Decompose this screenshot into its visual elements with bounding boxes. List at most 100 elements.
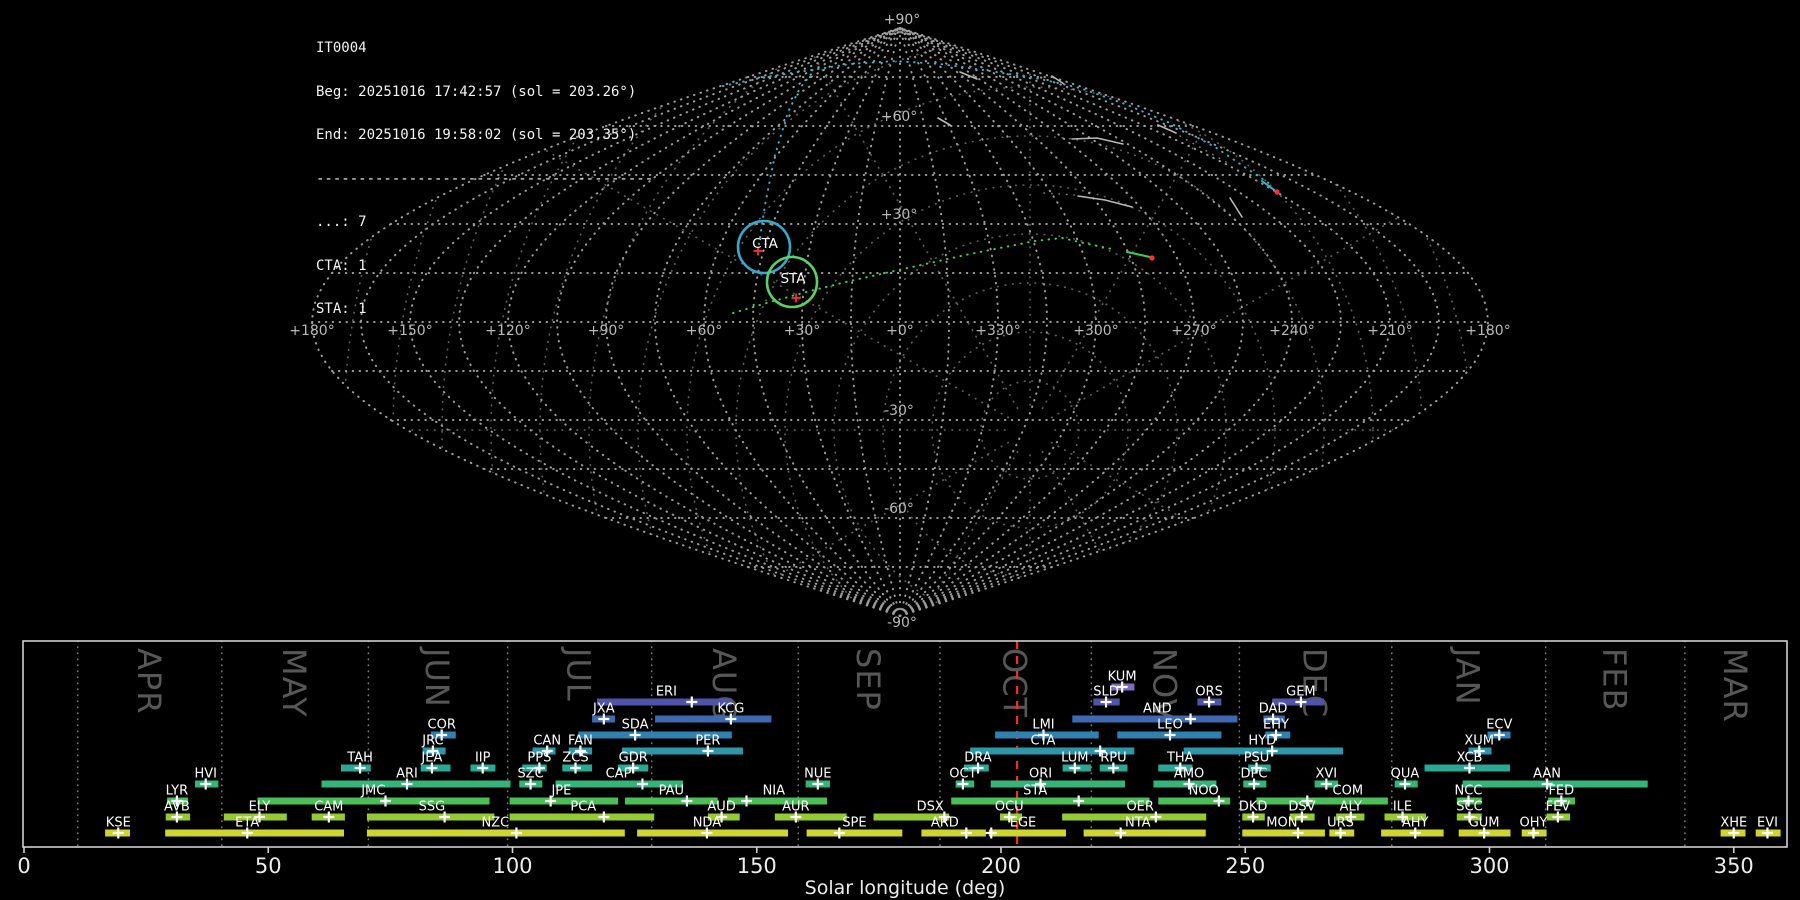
map-lat-label: -60° [884,501,914,517]
shower-label-AVB: AVB [164,800,190,815]
shower-label-ARI: ARI [396,767,418,782]
shower-label-JPE: JPE [550,784,571,799]
shower-label-TAH: TAH [346,751,373,766]
shower-label-PER: PER [695,734,720,749]
sporadic-trail-extension-2 [1179,135,1229,164]
map-lat-label: -30° [884,403,914,419]
shower-label-XCB: XCB [1457,751,1483,766]
shower-label-NTA: NTA [1125,816,1151,831]
shower-label-EGE: EGE [1010,816,1037,831]
shower-label-LYR: LYR [166,784,189,799]
x-tick-label-100: 100 [492,854,532,878]
shower-label-ORI: ORI [1029,767,1052,782]
shower-peak-marker-PCA [598,811,610,823]
shower-label-DPC: DPC [1241,767,1268,782]
activity-timeline: APR MAY JUN JUL AUG SEP OCT NOV DEC JAN FEB MARKUME… [17,640,1788,899]
map-gridline-meridian-60 [899,27,1098,617]
shower-label-URS: URS [1327,816,1354,831]
month-label-DEC: DEC [1296,648,1334,718]
shower-label-RPU: RPU [1100,751,1126,766]
map-gridline-meridian-90 [899,27,1196,617]
shower-label-FEV: FEV [1546,800,1571,815]
shower-peak-marker-STA [1073,795,1085,807]
shower-bar-STA [951,797,1150,805]
shower-label-NZC: NZC [482,816,510,831]
shower-bar-ARD [921,829,986,837]
shower-label-THA: THA [1166,751,1194,766]
shower-label-LEO: LEO [1157,718,1183,733]
map-pole-label: -90° [887,615,917,631]
shower-peak-marker-ERI [686,696,698,708]
shower-bar-SPE [806,829,903,837]
shower-bar-KCG [655,715,772,723]
shower-label-KCG: KCG [717,702,744,717]
shower-label-PSU: PSU [1244,751,1270,766]
month-label-OCT: OCT [996,648,1034,718]
shower-label-SZC: SZC [517,767,543,782]
shower-label-EVI: EVI [1757,816,1778,831]
shower-label-SPE: SPE [842,816,866,831]
map-lon-label: +30° [784,323,821,339]
shower-bar-AUR [774,813,847,821]
shower-label-HYD: HYD [1248,734,1276,749]
shower-label-HVI: HVI [194,767,217,782]
meteor-end-dot-CTA [1274,189,1280,195]
shower-bar-JMC [257,797,490,805]
shower-label-CAN: CAN [533,734,561,749]
shower-label-PPS: PPS [527,751,551,766]
shower-label-LUM: LUM [1061,751,1088,766]
shower-label-ORS: ORS [1195,685,1223,700]
shower-label-XVI: XVI [1315,767,1337,782]
sporadic-trail-4 [1157,124,1177,134]
shower-label-DSX: DSX [917,800,944,815]
altaz-ring [931,331,1129,529]
radiant-label-STA: STA [780,271,806,287]
radiant-label-CTA: CTA [752,236,779,252]
info-count-sporadic: ...: 7 [316,214,367,230]
shower-label-DSV: DSV [1288,800,1315,815]
shower-peak-marker-NZC [510,827,522,839]
shower-bar-NTA [1083,829,1206,837]
shower-bar-ETA [165,829,344,837]
info-station-id: IT0004 [316,40,367,56]
map-pole-label: +90° [884,12,921,28]
shower-label-EHY: EHY [1263,718,1289,733]
shower-label-AUD: AUD [707,800,735,815]
shower-label-JEA: JEA [420,751,442,766]
shower-label-NDA: NDA [693,816,722,831]
shower-label-NCC: NCC [1455,784,1483,799]
x-tick-label-300: 300 [1469,854,1509,878]
x-tick-label-350: 350 [1714,854,1754,878]
month-label-APR: APR [130,648,168,714]
info-end-time: End: 20251016 19:58:02 (sol = 203.35°) [316,127,637,143]
shower-label-ARD: ARD [931,816,959,831]
shower-label-AHY: AHY [1402,816,1429,831]
plot-canvas: +180° +150° +120° +90° +60° +30° +0° +330° +300°… [17,12,1788,899]
altaz-ring [784,184,1276,616]
meteor-CTA [1261,180,1278,193]
shower-bar-AND [1072,715,1238,723]
sporadic-trail-7 [937,117,951,126]
shower-peak-marker-NIA [740,795,752,807]
x-tick-label-50: 50 [255,854,282,878]
month-label-JUL: JUL [560,646,598,702]
info-count-sta: STA: 1 [316,301,367,317]
month-label-MAY: MAY [275,648,313,718]
shower-peak-marker-CAP [636,778,648,790]
x-tick-label-250: 250 [1225,854,1265,878]
altaz-spoke [1041,28,1488,410]
shower-label-GEM: GEM [1286,685,1316,700]
map-lon-label: +0° [886,323,914,339]
shower-label-CAM: CAM [314,800,343,815]
shower-label-KUM: KUM [1108,670,1137,685]
shower-bar-SSG [366,813,495,821]
shower-label-AAN: AAN [1533,767,1561,782]
shower-bar-PCA [509,813,655,821]
shower-label-ILE: ILE [1393,800,1412,815]
shower-bar-EGE [988,829,1066,837]
shower-label-NOO: NOO [1189,784,1219,799]
shower-label-QUA: QUA [1391,767,1420,782]
map-lon-label: +330° [975,323,1020,339]
sporadic-trail-extension-1 [1043,192,1076,196]
x-tick-label-200: 200 [981,854,1021,878]
